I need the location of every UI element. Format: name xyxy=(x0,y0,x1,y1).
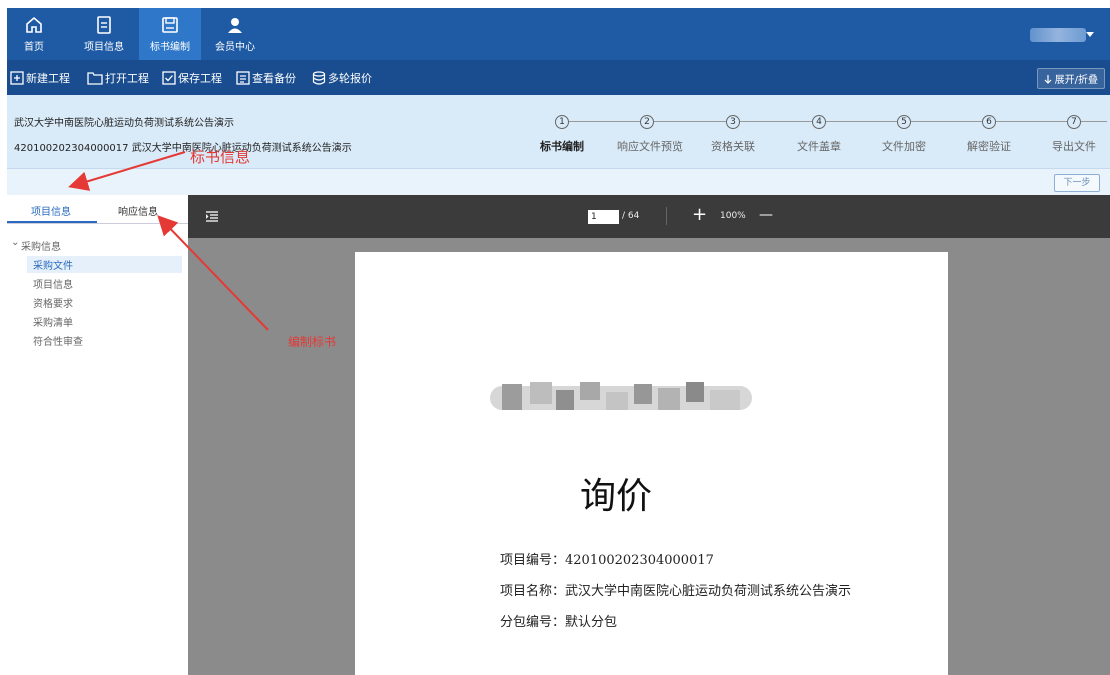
home-icon xyxy=(26,16,42,33)
folder-icon xyxy=(87,72,103,85)
toolbar: 新建工程 打开工程 保存工程 查看备份 多轮报价 展开/折叠 xyxy=(7,60,1110,95)
tree-node-purchase-list[interactable]: 采购清单 xyxy=(33,314,73,329)
nav-home-label: 首页 xyxy=(24,42,44,53)
zoom-level: 100% xyxy=(720,211,746,221)
new-project-label: 新建工程 xyxy=(26,72,70,85)
project-number-line: 项目编号：420100202304000017 xyxy=(500,553,714,568)
open-project-button[interactable]: 打开工程 xyxy=(87,70,149,86)
add-file-icon xyxy=(10,71,24,85)
save-project-label: 保存工程 xyxy=(178,72,222,85)
step-label: 标书编制 xyxy=(540,140,584,153)
view-backup-label: 查看备份 xyxy=(252,72,296,85)
view-backup-button[interactable]: 查看备份 xyxy=(236,70,296,86)
sidebar-toggle-icon[interactable] xyxy=(206,211,218,222)
new-project-button[interactable]: 新建工程 xyxy=(10,70,70,86)
pdf-toolbar: 1 / 64 + 100% — xyxy=(188,195,1110,238)
redacted-title xyxy=(490,382,752,410)
zoom-out-button[interactable]: — xyxy=(759,206,773,224)
chevron-down-icon xyxy=(1086,32,1094,37)
expand-collapse-label: 展开/折叠 xyxy=(1054,75,1098,86)
step-label: 解密验证 xyxy=(967,140,1011,153)
nav-home[interactable]: 首页 xyxy=(7,8,61,60)
toolbar-divider xyxy=(666,207,667,225)
project-name-line: 项目名称：武汉大学中南医院心脏运动负荷测试系统公告演示 xyxy=(500,584,852,599)
expand-icon xyxy=(1044,74,1052,84)
step-number: 6 xyxy=(982,115,996,129)
step-6[interactable]: 6 解密验证 xyxy=(959,115,1019,154)
step-number: 7 xyxy=(1067,115,1081,129)
top-nav-bar: 首页 项目信息 标书编制 会员中心 xyxy=(7,8,1110,60)
tree-node-root[interactable]: 采购信息 xyxy=(21,238,61,253)
page-total: / 64 xyxy=(622,211,640,221)
expand-collapse-button[interactable]: 展开/折叠 xyxy=(1036,68,1105,89)
step-4[interactable]: 4 文件盖章 xyxy=(789,115,849,154)
multi-round-quote-button[interactable]: 多轮报价 xyxy=(312,70,372,86)
step-2[interactable]: 2 响应文件预览 xyxy=(617,115,683,154)
step-number: 5 xyxy=(897,115,911,129)
next-step-button[interactable]: 下一步 xyxy=(1054,174,1100,192)
pdf-viewer: 1 / 64 + 100% — 询价 项目编号：4201002023040000… xyxy=(188,195,1110,675)
tree-node-project-info[interactable]: 项目信息 xyxy=(33,276,73,291)
step-7[interactable]: 7 导出文件 xyxy=(1044,115,1104,154)
multi-round-quote-label: 多轮报价 xyxy=(328,72,372,85)
nav-project-info-label: 项目信息 xyxy=(84,42,124,53)
active-tab-indicator xyxy=(7,221,97,223)
page-number-input[interactable]: 1 xyxy=(588,210,619,224)
package-number-line: 分包编号：默认分包 xyxy=(500,615,618,630)
checkbox-icon xyxy=(162,71,176,85)
tree-node-qualification[interactable]: 资格要求 xyxy=(33,295,73,310)
pdf-page: 询价 项目编号：420100202304000017 项目名称：武汉大学中南医院… xyxy=(355,252,948,675)
tab-response-info[interactable]: 响应信息 xyxy=(118,203,158,218)
document-heading: 询价 xyxy=(580,476,653,517)
nav-bid-editing-label: 标书编制 xyxy=(150,42,190,53)
step-number: 4 xyxy=(812,115,826,129)
step-label: 导出文件 xyxy=(1052,140,1096,153)
step-3[interactable]: 3 资格关联 xyxy=(703,115,763,154)
tree-expand-icon[interactable]: ⌄ xyxy=(11,237,19,248)
project-title: 武汉大学中南医院心脏运动负荷测试系统公告演示 xyxy=(14,118,234,129)
zoom-in-button[interactable]: + xyxy=(692,206,707,224)
left-panel: 项目信息 响应信息 ⌄ 采购信息 采购文件 项目信息 资格要求 采购清单 符合性… xyxy=(7,195,188,675)
document-icon xyxy=(236,71,250,85)
step-label: 资格关联 xyxy=(711,140,755,153)
database-icon xyxy=(312,71,326,85)
step-5[interactable]: 5 文件加密 xyxy=(874,115,934,154)
avatar xyxy=(1030,28,1086,42)
step-1[interactable]: 1 标书编制 xyxy=(532,115,592,154)
step-number: 1 xyxy=(555,115,569,129)
user-icon xyxy=(228,18,242,33)
user-menu[interactable] xyxy=(1030,28,1094,42)
nav-member-center-label: 会员中心 xyxy=(215,42,255,53)
left-tabs: 项目信息 响应信息 xyxy=(7,195,188,224)
open-project-label: 打开工程 xyxy=(105,72,149,85)
step-number: 3 xyxy=(726,115,740,129)
tree-node-procurement-file[interactable]: 采购文件 xyxy=(27,256,182,273)
nav-project-info[interactable]: 项目信息 xyxy=(77,8,131,60)
tree-node-compliance-review[interactable]: 符合性审查 xyxy=(33,333,83,348)
annotation-bid-info: 标书信息 xyxy=(190,148,251,166)
save-icon xyxy=(162,17,178,33)
step-number: 2 xyxy=(640,115,654,129)
save-project-button[interactable]: 保存工程 xyxy=(162,70,222,86)
progress-steps: 1 标书编制 2 响应文件预览 3 资格关联 4 文件盖章 5 文件加密 6 解密验证 7 导… xyxy=(537,115,1110,155)
nav-bid-editing[interactable]: 标书编制 xyxy=(139,8,201,60)
document-icon xyxy=(97,16,111,34)
project-code-title: 420100202304000017 武汉大学中南医院心脏运动负荷测试系统公告演… xyxy=(14,143,352,154)
annotation-edit-bid: 编制标书 xyxy=(288,335,337,349)
nav-member-center[interactable]: 会员中心 xyxy=(207,8,263,60)
tab-project-info[interactable]: 项目信息 xyxy=(31,203,71,218)
step-label: 文件加密 xyxy=(882,140,926,153)
step-label: 响应文件预览 xyxy=(617,140,683,153)
next-step-row: 下一步 xyxy=(7,168,1110,195)
step-label: 文件盖章 xyxy=(797,140,841,153)
